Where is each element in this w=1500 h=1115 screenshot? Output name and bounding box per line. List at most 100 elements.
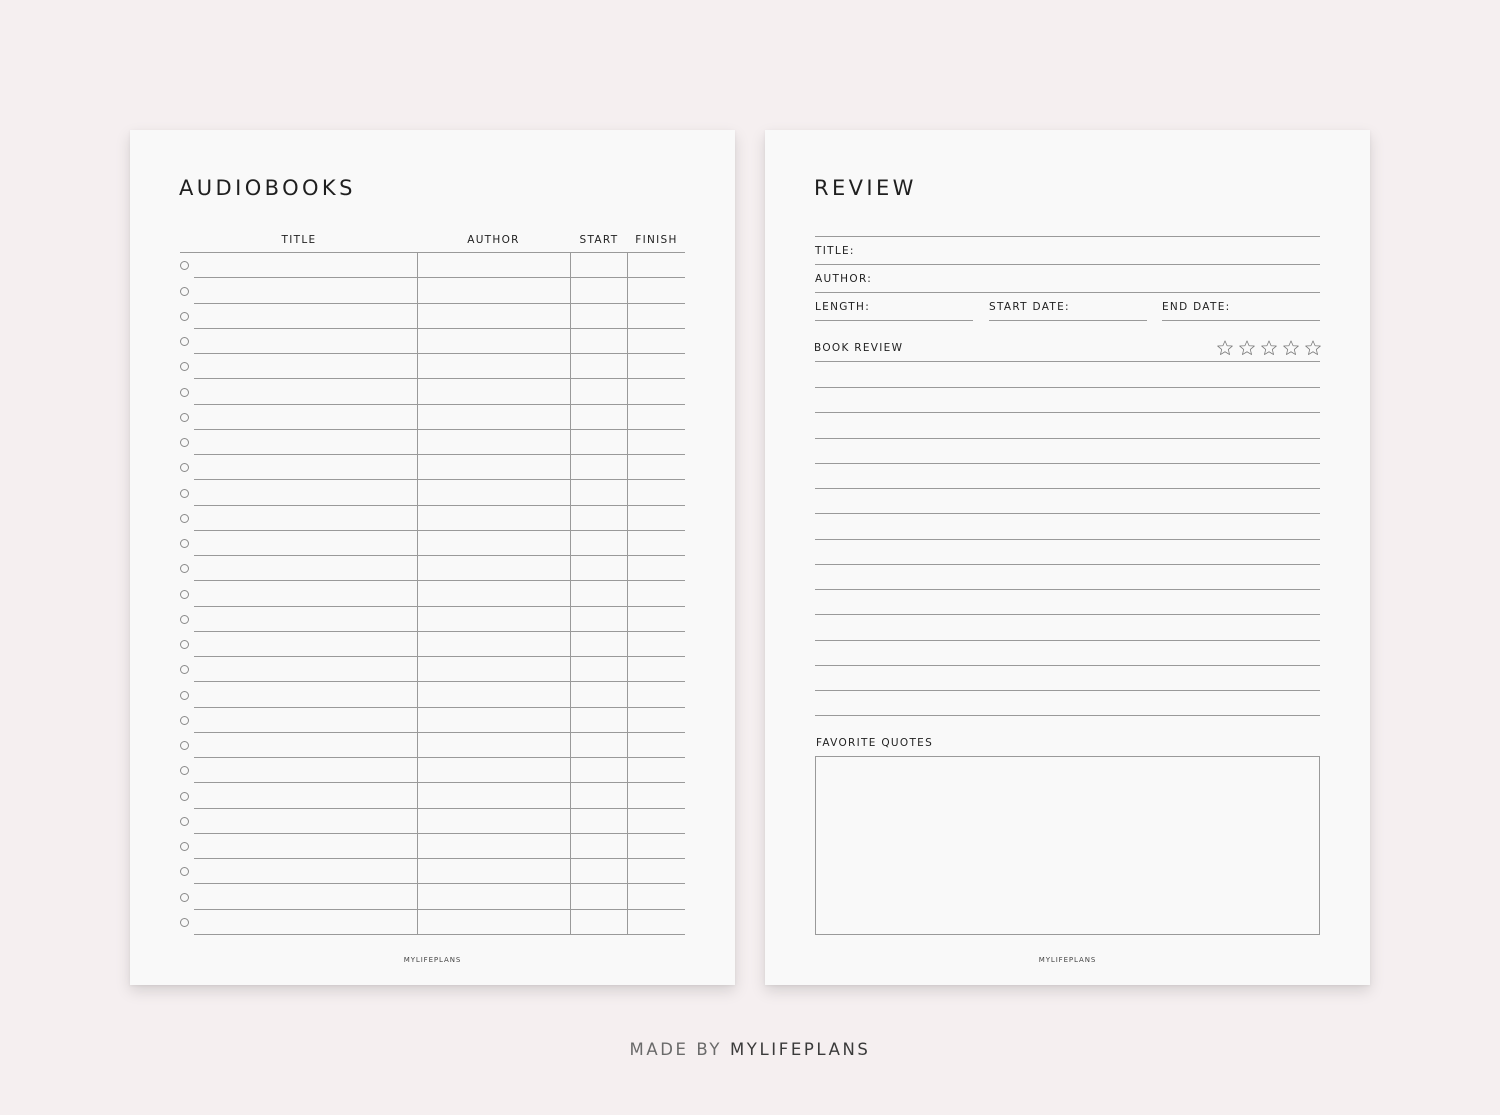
review-line[interactable]	[815, 640, 1320, 641]
table-row[interactable]	[194, 707, 685, 708]
title-field-line[interactable]	[815, 264, 1320, 265]
credit-brand: MYLIFEPLANS	[729, 1040, 871, 1059]
table-row[interactable]	[194, 303, 685, 304]
author-field-label: AUTHOR:	[815, 273, 873, 285]
table-row[interactable]	[194, 909, 685, 910]
table-row[interactable]	[194, 681, 685, 682]
row-checkbox[interactable]	[180, 539, 189, 548]
review-line[interactable]	[815, 438, 1320, 439]
row-checkbox[interactable]	[180, 590, 189, 599]
book-review-label: BOOK REVIEW	[814, 342, 904, 354]
column-header-author: AUTHOR	[467, 234, 520, 246]
table-row[interactable]	[194, 454, 685, 455]
row-checkbox[interactable]	[180, 564, 189, 573]
row-checkbox[interactable]	[180, 665, 189, 674]
table-row[interactable]	[194, 530, 685, 531]
column-divider-finish	[627, 252, 628, 934]
review-line[interactable]	[815, 412, 1320, 413]
column-header-start: START	[579, 234, 619, 246]
row-checkbox[interactable]	[180, 817, 189, 826]
table-row[interactable]	[194, 934, 685, 935]
table-row[interactable]	[194, 505, 685, 506]
review-line[interactable]	[815, 614, 1320, 615]
author-field-line[interactable]	[815, 292, 1320, 293]
row-checkbox[interactable]	[180, 312, 189, 321]
row-checkbox[interactable]	[180, 766, 189, 775]
review-line[interactable]	[815, 488, 1320, 489]
table-row[interactable]	[194, 782, 685, 783]
table-row[interactable]	[194, 378, 685, 379]
review-line[interactable]	[815, 665, 1320, 666]
table-row[interactable]	[194, 353, 685, 354]
table-row[interactable]	[194, 757, 685, 758]
star-rating[interactable]	[1216, 339, 1322, 357]
review-line[interactable]	[815, 690, 1320, 691]
star-icon[interactable]	[1304, 339, 1322, 357]
review-line[interactable]	[815, 564, 1320, 565]
end-date-field-label: END DATE:	[1162, 301, 1231, 313]
table-row[interactable]	[194, 833, 685, 834]
star-icon[interactable]	[1260, 339, 1278, 357]
row-checkbox[interactable]	[180, 893, 189, 902]
row-checkbox[interactable]	[180, 640, 189, 649]
table-row[interactable]	[194, 277, 685, 278]
table-row[interactable]	[194, 404, 685, 405]
row-checkbox[interactable]	[180, 842, 189, 851]
row-checkbox[interactable]	[180, 918, 189, 927]
row-checkbox[interactable]	[180, 287, 189, 296]
end-date-field-line[interactable]	[1162, 320, 1320, 321]
page-title: REVIEW	[814, 176, 917, 200]
row-checkbox[interactable]	[180, 741, 189, 750]
review-page: REVIEW TITLE: AUTHOR: LENGTH: START DATE…	[765, 130, 1370, 985]
length-field-label: LENGTH:	[815, 301, 871, 313]
review-line[interactable]	[815, 539, 1320, 540]
review-line[interactable]	[815, 463, 1320, 464]
row-checkbox[interactable]	[180, 716, 189, 725]
favorite-quotes-label: FAVORITE QUOTES	[816, 737, 934, 749]
row-checkbox[interactable]	[180, 413, 189, 422]
top-rule	[815, 236, 1320, 237]
row-checkbox[interactable]	[180, 388, 189, 397]
row-checkbox[interactable]	[180, 514, 189, 523]
start-date-field-label: START DATE:	[989, 301, 1070, 313]
favorite-quotes-box[interactable]	[815, 756, 1320, 935]
star-icon[interactable]	[1216, 339, 1234, 357]
table-row[interactable]	[194, 808, 685, 809]
table-row[interactable]	[194, 732, 685, 733]
column-header-finish: FINISH	[635, 234, 678, 246]
row-checkbox[interactable]	[180, 615, 189, 624]
review-line[interactable]	[815, 387, 1320, 388]
row-checkbox[interactable]	[180, 463, 189, 472]
row-checkbox[interactable]	[180, 438, 189, 447]
title-field-label: TITLE:	[815, 245, 855, 257]
star-icon[interactable]	[1282, 339, 1300, 357]
row-checkbox[interactable]	[180, 362, 189, 371]
table-header-rule	[180, 252, 685, 253]
review-line[interactable]	[815, 589, 1320, 590]
start-date-field-line[interactable]	[989, 320, 1147, 321]
length-field-line[interactable]	[815, 320, 973, 321]
made-by-credit: MADE BY MYLIFEPLANS	[0, 1040, 1500, 1059]
review-line[interactable]	[815, 513, 1320, 514]
table-row[interactable]	[194, 631, 685, 632]
row-checkbox[interactable]	[180, 337, 189, 346]
page-title: AUDIOBOOKS	[179, 176, 356, 200]
table-row[interactable]	[194, 580, 685, 581]
row-checkbox[interactable]	[180, 261, 189, 270]
row-checkbox[interactable]	[180, 489, 189, 498]
table-row[interactable]	[194, 555, 685, 556]
review-line[interactable]	[815, 715, 1320, 716]
table-row[interactable]	[194, 656, 685, 657]
table-row[interactable]	[194, 858, 685, 859]
table-row[interactable]	[194, 429, 685, 430]
table-row[interactable]	[194, 606, 685, 607]
row-checkbox[interactable]	[180, 867, 189, 876]
row-checkbox[interactable]	[180, 792, 189, 801]
table-row[interactable]	[194, 479, 685, 480]
table-row[interactable]	[194, 328, 685, 329]
star-icon[interactable]	[1238, 339, 1256, 357]
row-checkbox[interactable]	[180, 691, 189, 700]
table-row[interactable]	[194, 883, 685, 884]
credit-prefix: MADE BY	[629, 1040, 723, 1059]
column-divider-author	[417, 252, 418, 934]
